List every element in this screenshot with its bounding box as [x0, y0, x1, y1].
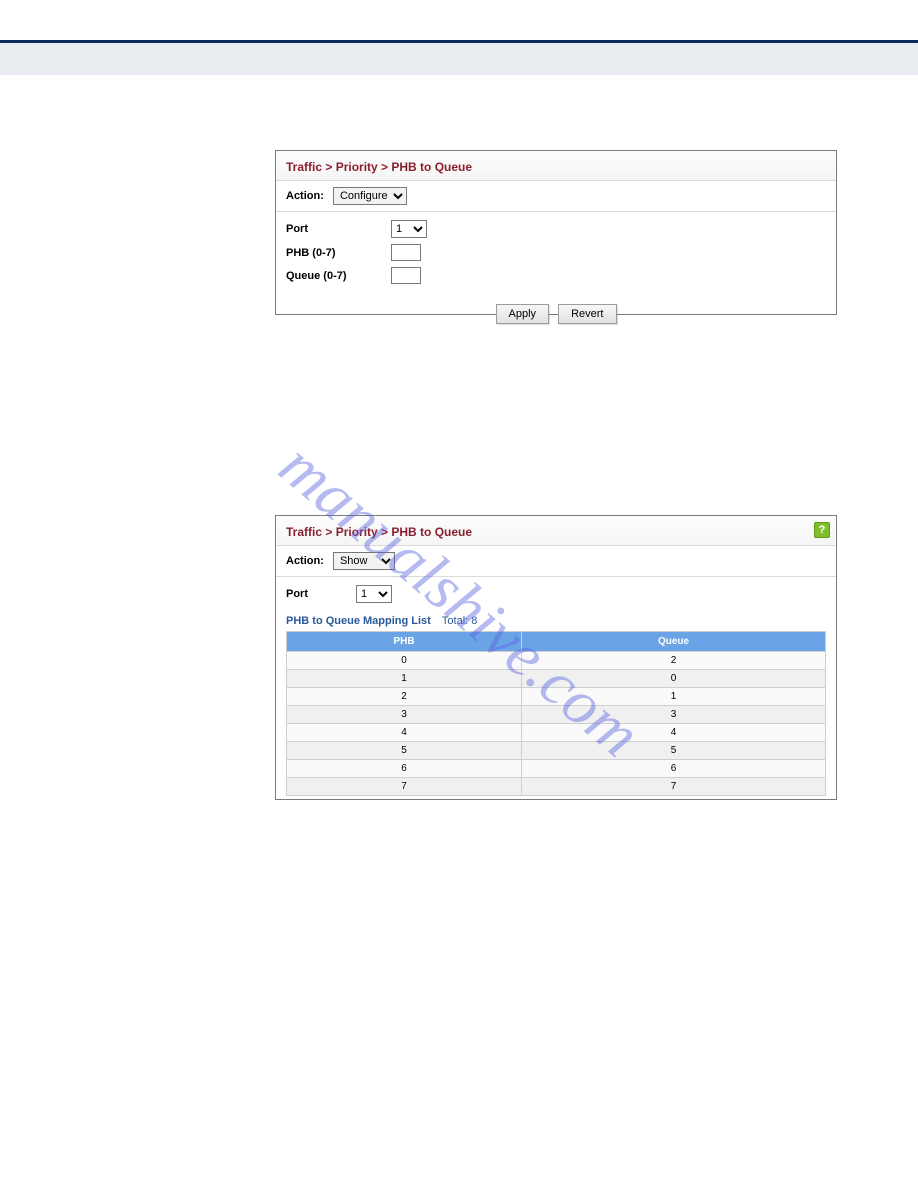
cell-queue: 0: [522, 670, 826, 688]
action-label: Action:: [286, 555, 324, 567]
port-select-show[interactable]: 1: [356, 585, 392, 603]
port-row-show: Port 1: [286, 585, 826, 603]
mapping-list-label: PHB to Queue Mapping List Total: 8: [276, 609, 836, 631]
phb-queue-table: PHB Queue 0210213344556677: [286, 631, 826, 796]
cell-phb: 6: [287, 760, 522, 778]
table-row: 02: [287, 652, 826, 670]
breadcrumb: Traffic > Priority > PHB to Queue ?: [276, 516, 836, 546]
cell-phb: 2: [287, 688, 522, 706]
cell-queue: 7: [522, 778, 826, 796]
table-row: 10: [287, 670, 826, 688]
phb-show-panel: Traffic > Priority > PHB to Queue ? Acti…: [275, 515, 837, 800]
breadcrumb: Traffic > Priority > PHB to Queue: [276, 151, 836, 181]
table-row: 44: [287, 724, 826, 742]
queue-row: Queue (0-7): [286, 267, 826, 284]
port-select[interactable]: 1: [391, 220, 427, 238]
col-phb: PHB: [287, 632, 522, 652]
queue-input[interactable]: [391, 267, 421, 284]
table-row: 33: [287, 706, 826, 724]
cell-queue: 1: [522, 688, 826, 706]
action-select-configure[interactable]: Configure: [333, 187, 407, 205]
phb-label: PHB (0-7): [286, 247, 391, 259]
phb-configure-panel: Traffic > Priority > PHB to Queue Action…: [275, 150, 837, 315]
port-row: Port 1: [286, 220, 826, 238]
table-row: 55: [287, 742, 826, 760]
mapping-list-total: Total: 8: [442, 615, 477, 627]
cell-phb: 5: [287, 742, 522, 760]
action-row-configure: Action: Configure: [276, 181, 836, 212]
queue-label: Queue (0-7): [286, 270, 391, 282]
cell-phb: 3: [287, 706, 522, 724]
cell-queue: 2: [522, 652, 826, 670]
mapping-list-title: PHB to Queue Mapping List: [286, 615, 431, 627]
table-row: 77: [287, 778, 826, 796]
cell-phb: 4: [287, 724, 522, 742]
cell-queue: 4: [522, 724, 826, 742]
port-label: Port: [286, 223, 391, 235]
action-row-show: Action: Show: [276, 546, 836, 577]
cell-phb: 0: [287, 652, 522, 670]
show-form: Port 1: [276, 577, 836, 603]
cell-queue: 5: [522, 742, 826, 760]
port-label: Port: [286, 588, 356, 600]
cell-phb: 7: [287, 778, 522, 796]
phb-input[interactable]: [391, 244, 421, 261]
page-header-band: [0, 43, 918, 75]
action-select-show[interactable]: Show: [333, 552, 395, 570]
col-queue: Queue: [522, 632, 826, 652]
cell-queue: 6: [522, 760, 826, 778]
table-header-row: PHB Queue: [287, 632, 826, 652]
button-row: Apply Revert: [276, 298, 836, 334]
breadcrumb-text: Traffic > Priority > PHB to Queue: [286, 525, 472, 539]
cell-phb: 1: [287, 670, 522, 688]
action-label: Action:: [286, 190, 324, 202]
configure-form: Port 1 PHB (0-7) Queue (0-7): [276, 212, 836, 298]
apply-button[interactable]: Apply: [496, 304, 550, 324]
cell-queue: 3: [522, 706, 826, 724]
phb-row: PHB (0-7): [286, 244, 826, 261]
help-icon[interactable]: ?: [814, 522, 830, 538]
table-row: 21: [287, 688, 826, 706]
table-row: 66: [287, 760, 826, 778]
revert-button[interactable]: Revert: [558, 304, 616, 324]
